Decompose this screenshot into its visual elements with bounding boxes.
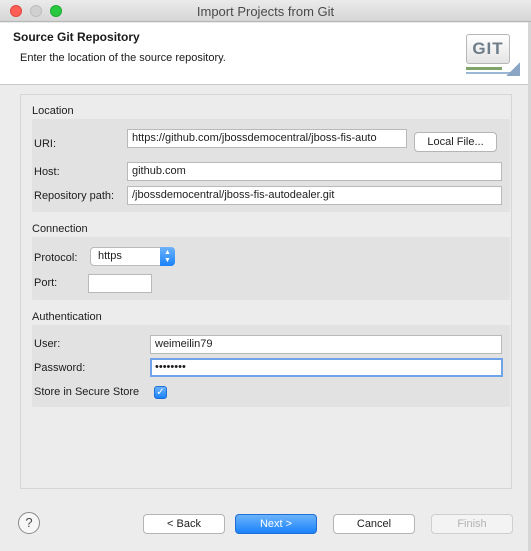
host-label: Host:	[34, 166, 60, 178]
user-label: User:	[34, 338, 61, 350]
git-logo-text: GIT	[466, 34, 510, 64]
title-bar: Import Projects from Git	[0, 0, 531, 22]
git-logo-icon: GIT	[464, 32, 522, 80]
checkmark-icon: ✓	[156, 387, 165, 398]
cancel-button[interactable]: Cancel	[333, 514, 415, 534]
host-input[interactable]: github.com	[127, 162, 502, 181]
secure-store-label: Store in Secure Store	[34, 386, 140, 398]
next-button[interactable]: Next >	[235, 514, 317, 534]
back-button[interactable]: < Back	[143, 514, 225, 534]
window-title: Import Projects from Git	[196, 4, 335, 19]
chevron-up-down-icon: ▲ ▼	[160, 247, 175, 266]
page-description: Enter the location of the source reposit…	[20, 52, 226, 64]
protocol-label: Protocol:	[34, 252, 78, 264]
password-input[interactable]: ••••••••	[150, 358, 503, 377]
port-input[interactable]	[88, 274, 152, 293]
page-title: Source Git Repository	[13, 30, 140, 44]
wizard-header: Source Git Repository Enter the location…	[0, 23, 531, 85]
repository-path-label: Repository path:	[34, 190, 115, 202]
help-icon[interactable]: ?	[18, 512, 40, 534]
git-logo-corner	[506, 62, 520, 76]
password-label: Password:	[34, 362, 86, 374]
authentication-group-label: Authentication	[32, 311, 102, 323]
local-file-button[interactable]: Local File...	[414, 132, 497, 152]
location-group-label: Location	[32, 105, 74, 117]
uri-label: URI:	[34, 138, 56, 150]
port-label: Port:	[34, 277, 58, 289]
protocol-select[interactable]: https ▲ ▼	[90, 247, 175, 266]
repository-path-input[interactable]: /jbossdemocentral/jboss-fis-autodealer.g…	[127, 186, 502, 205]
user-input[interactable]: weimeilin79	[150, 335, 502, 354]
finish-button[interactable]: Finish	[431, 514, 513, 534]
connection-group-label: Connection	[32, 223, 88, 235]
protocol-value: https	[98, 250, 122, 262]
secure-store-checkbox[interactable]: ✓	[154, 386, 167, 399]
git-logo-bar-secondary	[466, 72, 510, 74]
uri-input[interactable]: https://github.com/jbossdemocentral/jbos…	[127, 129, 407, 148]
git-logo-bar	[466, 67, 502, 70]
